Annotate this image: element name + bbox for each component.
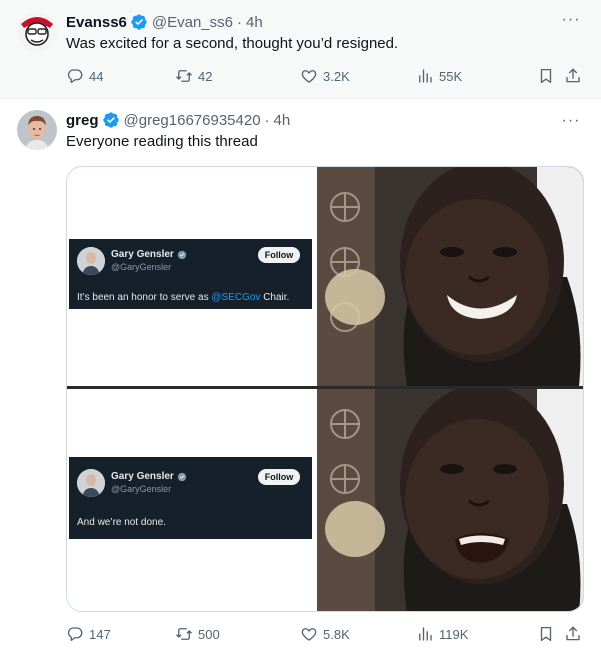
- verified-badge-icon[interactable]: [102, 111, 120, 129]
- views-count: 55K: [439, 68, 463, 84]
- bookmark-button[interactable]: [537, 66, 555, 86]
- embedded-tweet-text: It’s been an honor to serve as @SECGov C…: [77, 292, 290, 303]
- author-name[interactable]: Evanss6: [66, 14, 127, 31]
- repost-button[interactable]: 500: [175, 624, 220, 644]
- author-handle[interactable]: @Evan_ss6: [152, 14, 233, 31]
- embedded-author-name: Gary Gensler: [111, 471, 187, 482]
- views-icon: [419, 627, 432, 641]
- reply-icon: [67, 69, 83, 84]
- embedded-follow-button: Follow: [258, 469, 300, 485]
- author-handle[interactable]: @greg16676935420: [124, 112, 261, 129]
- share-icon: [566, 68, 580, 83]
- reply-count: 44: [89, 68, 104, 84]
- embedded-avatar: [77, 469, 105, 497]
- embedded-avatar: [77, 247, 105, 275]
- views-count: 119K: [439, 626, 469, 642]
- timestamp[interactable]: 4h: [274, 112, 291, 129]
- verified-badge-icon: [177, 250, 186, 259]
- meme-divider: [67, 386, 583, 389]
- embedded-follow-button: Follow: [258, 247, 300, 263]
- author-name[interactable]: greg: [66, 112, 99, 129]
- tweet-reply-greg[interactable]: greg @greg16676935420 · 4h ··· Everyone …: [0, 99, 601, 656]
- repost-count: 500: [198, 626, 220, 642]
- tweet-header: Evanss6 @Evan_ss6 · 4h: [66, 12, 263, 32]
- embedded-tweet-text: And we’re not done.: [77, 517, 166, 528]
- meme-panel-sad-face: [317, 389, 583, 611]
- embedded-tweet-card: Gary Gensler @GaryGensler Follow And we’…: [69, 457, 312, 539]
- views-button[interactable]: 55K: [416, 66, 462, 86]
- tweet-actions: 44 42 3.2K 55K: [66, 66, 586, 86]
- meme-panel-top-left: Gary Gensler @GaryGensler Follow It’s be…: [67, 167, 316, 387]
- embedded-author-name: Gary Gensler: [111, 249, 187, 260]
- embedded-tweet-card: Gary Gensler @GaryGensler Follow It’s be…: [69, 239, 312, 309]
- verified-badge-icon[interactable]: [130, 13, 148, 31]
- reply-icon: [67, 627, 83, 642]
- tweet-header: greg @greg16676935420 · 4h: [66, 110, 290, 130]
- embedded-author-handle: @GaryGensler: [111, 262, 172, 272]
- like-count: 3.2K: [323, 68, 350, 84]
- verified-badge-icon: [177, 472, 186, 481]
- reply-button[interactable]: 44: [66, 66, 103, 86]
- timestamp[interactable]: 4h: [246, 14, 263, 31]
- separator-dot: ·: [264, 111, 270, 129]
- repost-icon: [176, 70, 192, 82]
- like-button[interactable]: 5.8K: [300, 624, 350, 644]
- author-avatar[interactable]: [17, 110, 57, 150]
- more-icon[interactable]: ···: [561, 10, 581, 30]
- bookmark-button[interactable]: [537, 624, 555, 644]
- reply-button[interactable]: 147: [66, 624, 111, 644]
- meme-panel-happy-face: [317, 167, 583, 386]
- tweet-actions: 147 500 5.8K 119K: [66, 624, 586, 644]
- tweet-reply-evanss6[interactable]: Evanss6 @Evan_ss6 · 4h ··· Was excited f…: [0, 0, 601, 99]
- tweet-text: Everyone reading this thread: [66, 133, 258, 150]
- like-count: 5.8K: [323, 626, 350, 642]
- like-icon: [301, 70, 317, 83]
- bookmark-icon: [540, 626, 552, 642]
- share-button[interactable]: [564, 66, 582, 86]
- views-button[interactable]: 119K: [416, 624, 468, 644]
- repost-button[interactable]: 42: [175, 66, 212, 86]
- more-icon[interactable]: ···: [561, 111, 581, 131]
- views-icon: [419, 69, 432, 83]
- tweet-text: Was excited for a second, thought you’d …: [66, 35, 399, 52]
- repost-icon: [176, 628, 192, 640]
- share-button[interactable]: [564, 624, 582, 644]
- author-avatar[interactable]: [17, 12, 57, 52]
- bookmark-icon: [540, 68, 552, 84]
- share-icon: [566, 626, 580, 641]
- repost-count: 42: [198, 68, 213, 84]
- like-icon: [301, 628, 317, 641]
- embedded-author-handle: @GaryGensler: [111, 484, 172, 494]
- meme-image[interactable]: Gary Gensler @GaryGensler Follow It’s be…: [66, 166, 584, 612]
- reply-count: 147: [89, 626, 111, 642]
- like-button[interactable]: 3.2K: [300, 66, 350, 86]
- meme-panel-bottom-left: Gary Gensler @GaryGensler Follow And we’…: [67, 389, 316, 611]
- separator-dot: ·: [237, 13, 242, 31]
